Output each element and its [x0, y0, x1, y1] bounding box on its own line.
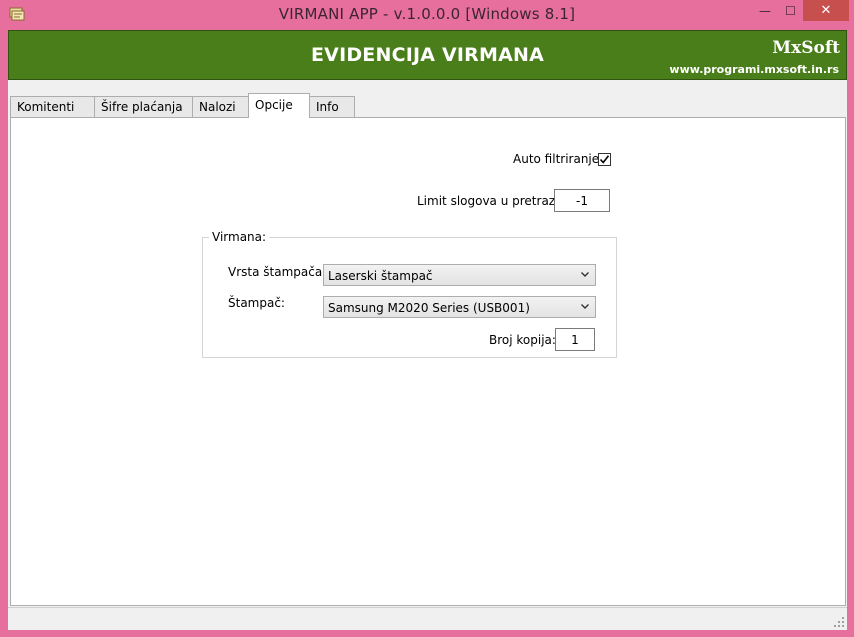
auto-filter-label: Auto filtriranje [513, 152, 600, 166]
chevron-down-icon [581, 272, 589, 277]
tab-strip: Komitenti Šifre plaćanja Nalozi Opcije I… [10, 93, 410, 118]
printer-label: Štampač: [228, 296, 285, 310]
tab-sifre-placanja[interactable]: Šifre plaćanja [94, 96, 193, 117]
window-titlebar[interactable]: VIRMANI APP - v.1.0.0.0 [Windows 8.1] — … [0, 0, 854, 30]
auto-filter-checkbox[interactable] [598, 153, 611, 166]
window-title: VIRMANI APP - v.1.0.0.0 [Windows 8.1] [278, 5, 576, 23]
printer-type-value: Laserski štampač [328, 269, 433, 283]
resize-grip-icon[interactable] [833, 616, 845, 628]
limit-input[interactable]: -1 [554, 189, 610, 212]
maximize-button[interactable]: ☐ [778, 0, 803, 21]
tab-komitenti[interactable]: Komitenti [10, 96, 95, 117]
tab-nalozi[interactable]: Nalozi [192, 96, 249, 117]
printer-select[interactable]: Samsung M2020 Series (USB001) [323, 296, 596, 318]
printer-value: Samsung M2020 Series (USB001) [328, 301, 530, 315]
copies-input[interactable]: 1 [555, 328, 595, 351]
brand-logo: MxSoft [772, 38, 840, 58]
brand-url: www.programi.mxsoft.in.rs [669, 63, 839, 76]
status-bar [8, 607, 847, 630]
close-button[interactable]: ✕ [803, 0, 849, 21]
virmana-caption: Virmana: [209, 230, 270, 244]
printer-type-label: Vrsta štampača [228, 265, 323, 279]
app-header-banner: EVIDENCIJA VIRMANA MxSoft www.programi.m… [8, 30, 847, 80]
chevron-down-icon [581, 304, 589, 309]
options-panel: Auto filtriranje Limit slogova u pretraz… [10, 117, 846, 606]
app-client-area: EVIDENCIJA VIRMANA MxSoft www.programi.m… [8, 30, 847, 630]
tab-info[interactable]: Info [309, 96, 355, 117]
copies-label: Broj kopija: [489, 333, 556, 347]
printer-type-select[interactable]: Laserski štampač [323, 264, 596, 286]
virmana-groupbox: Virmana: Vrsta štampača Laserski štampač… [202, 230, 617, 358]
tab-opcije[interactable]: Opcije [248, 93, 310, 118]
checkmark-icon [599, 155, 610, 164]
limit-label: Limit slogova u pretrazi: [417, 194, 563, 208]
minimize-button[interactable]: — [752, 0, 778, 21]
